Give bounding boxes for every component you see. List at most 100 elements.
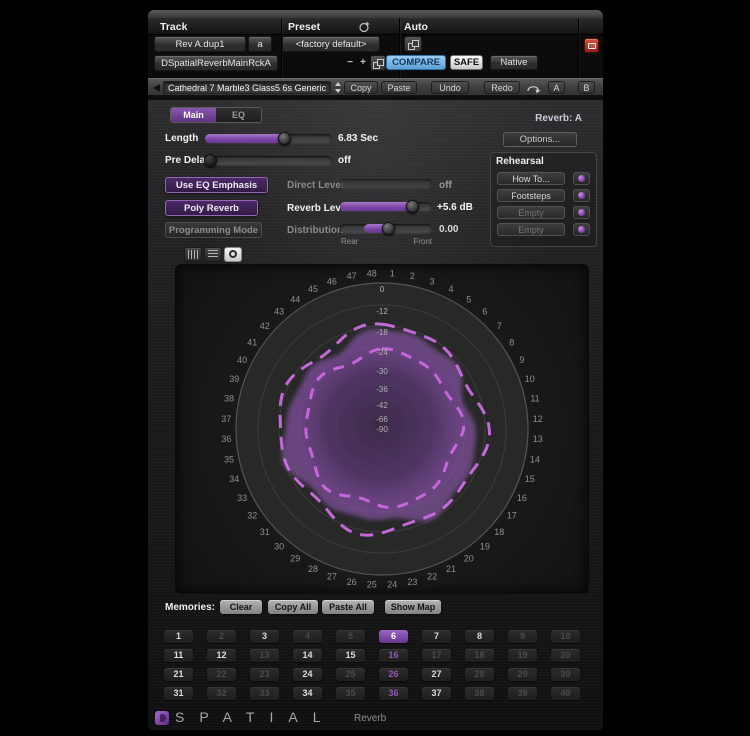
copy-button[interactable]: Copy [344,81,378,94]
memory-slot-22[interactable]: 22 [207,668,236,681]
memory-slot-4[interactable]: 4 [293,630,322,643]
preset-selector[interactable]: <factory default> [282,36,380,52]
distribution-slider[interactable] [340,224,432,233]
collapse-arrow-icon[interactable] [153,84,160,92]
rehearsal-play-4-button[interactable] [573,223,590,236]
memory-slot-19[interactable]: 19 [508,649,537,662]
slider-knob[interactable] [278,132,291,145]
paste-button[interactable]: Paste [381,81,417,94]
programming-mode-button[interactable]: Programming Mode [165,222,262,238]
memory-slot-18[interactable]: 18 [465,649,494,662]
setting-a-button[interactable]: A [548,81,565,94]
memory-slot-7[interactable]: 7 [422,630,451,643]
memory-slot-24[interactable]: 24 [293,668,322,681]
use-eq-emphasis-button[interactable]: Use EQ Emphasis [165,177,268,193]
memory-slot-14[interactable]: 14 [293,649,322,662]
memory-slot-25[interactable]: 25 [336,668,365,681]
memory-slot-32[interactable]: 32 [207,687,236,700]
rehearsal-play-3-button[interactable] [573,206,590,219]
tab-main[interactable]: Main [171,108,216,122]
memory-slot-10[interactable]: 10 [551,630,580,643]
memory-slot-37[interactable]: 37 [422,687,451,700]
slider-knob[interactable] [204,154,217,167]
memory-slot-30[interactable]: 30 [551,668,580,681]
memory-slot-27[interactable]: 27 [422,668,451,681]
memory-slot-3[interactable]: 3 [250,630,279,643]
memory-slot-34[interactable]: 34 [293,687,322,700]
track-name-selector[interactable]: Rev A.dup1 [154,36,246,52]
playlist-selector[interactable]: a [248,36,272,52]
memory-slot-29[interactable]: 29 [508,668,537,681]
preset-spinner-icon[interactable] [334,81,343,94]
memory-slot-6[interactable]: 6 [379,630,408,643]
compare-button[interactable]: COMPARE [386,55,446,70]
rehearsal-empty-4-button[interactable]: Empty [497,223,565,236]
target-button[interactable] [584,38,599,53]
memory-slot-35[interactable]: 35 [336,687,365,700]
memory-slot-39[interactable]: 39 [508,687,537,700]
memory-slot-8[interactable]: 8 [465,630,494,643]
revert-arrow-icon[interactable] [525,82,543,94]
undo-button[interactable]: Undo [431,81,469,94]
view-mode-bars-button[interactable] [184,247,202,262]
memory-slot-31[interactable]: 31 [164,687,193,700]
length-slider[interactable] [205,134,332,143]
slider-knob[interactable] [382,222,395,235]
memory-grid: 1234567891011121314151617181920212223242… [164,630,580,700]
options-button[interactable]: Options... [503,132,577,147]
memory-slot-1[interactable]: 1 [164,630,193,643]
window-titlebar[interactable] [148,10,603,18]
preset-section-label: Preset [288,21,320,33]
previous-setting-button[interactable]: − [344,55,356,71]
memories-show-map-button[interactable]: Show Map [385,600,441,614]
spatial-polar-display[interactable]: 0-12-18-24-30-36-42-66-90123456789101112… [176,265,588,593]
speaker-number: 27 [327,572,337,582]
copy-settings-button[interactable] [370,55,386,71]
preset-cycle-icon[interactable] [358,21,370,33]
next-setting-button[interactable]: + [357,55,369,71]
rehearsal-footsteps-button[interactable]: Footsteps [497,189,565,202]
reverb-level-slider[interactable] [340,202,432,211]
memory-slot-38[interactable]: 38 [465,687,494,700]
memory-slot-36[interactable]: 36 [379,687,408,700]
memory-slot-2[interactable]: 2 [207,630,236,643]
memory-slot-33[interactable]: 33 [250,687,279,700]
memory-slot-11[interactable]: 11 [164,649,193,662]
rehearsal-empty-3-button[interactable]: Empty [497,206,565,219]
memory-slot-28[interactable]: 28 [465,668,494,681]
auto-copy-settings-button[interactable] [404,36,422,52]
memory-slot-12[interactable]: 12 [207,649,236,662]
memory-slot-9[interactable]: 9 [508,630,537,643]
memory-slot-40[interactable]: 40 [551,687,580,700]
memory-slot-26[interactable]: 26 [379,668,408,681]
setting-b-button[interactable]: B [578,81,595,94]
memory-slot-5[interactable]: 5 [336,630,365,643]
slider-knob[interactable] [406,200,419,213]
memory-slot-15[interactable]: 15 [336,649,365,662]
poly-reverb-button[interactable]: Poly Reverb [165,200,258,216]
memory-slot-17[interactable]: 17 [422,649,451,662]
memory-slot-23[interactable]: 23 [250,668,279,681]
rehearsal-play-2-button[interactable] [573,189,590,202]
tab-eq[interactable]: EQ [216,108,261,122]
redo-button[interactable]: Redo [484,81,520,94]
memory-slot-20[interactable]: 20 [551,649,580,662]
plugin-selector[interactable]: DSpatialReverbMainRckA [154,55,278,71]
rehearsal-play-1-button[interactable] [573,172,590,185]
memories-clear-button[interactable]: Clear [220,600,262,614]
view-mode-polar-button[interactable] [224,247,242,262]
view-mode-lines-button[interactable] [204,247,222,262]
preset-title[interactable]: Cathedral 7 Marble3 Glass5 6s Generic [163,81,331,94]
speaker-number: 15 [525,474,535,484]
pre-delay-slider[interactable] [205,156,332,165]
memories-paste-all-button[interactable]: Paste All [322,600,374,614]
memories-copy-all-button[interactable]: Copy All [268,600,318,614]
speaker-number: 3 [430,276,435,286]
safe-button[interactable]: SAFE [450,55,483,70]
direct-level-slider[interactable] [340,179,432,188]
memory-slot-21[interactable]: 21 [164,668,193,681]
rehearsal-how-to-button[interactable]: How To... [497,172,565,185]
memory-slot-13[interactable]: 13 [250,649,279,662]
processing-format-button[interactable]: Native [490,55,538,70]
memory-slot-16[interactable]: 16 [379,649,408,662]
